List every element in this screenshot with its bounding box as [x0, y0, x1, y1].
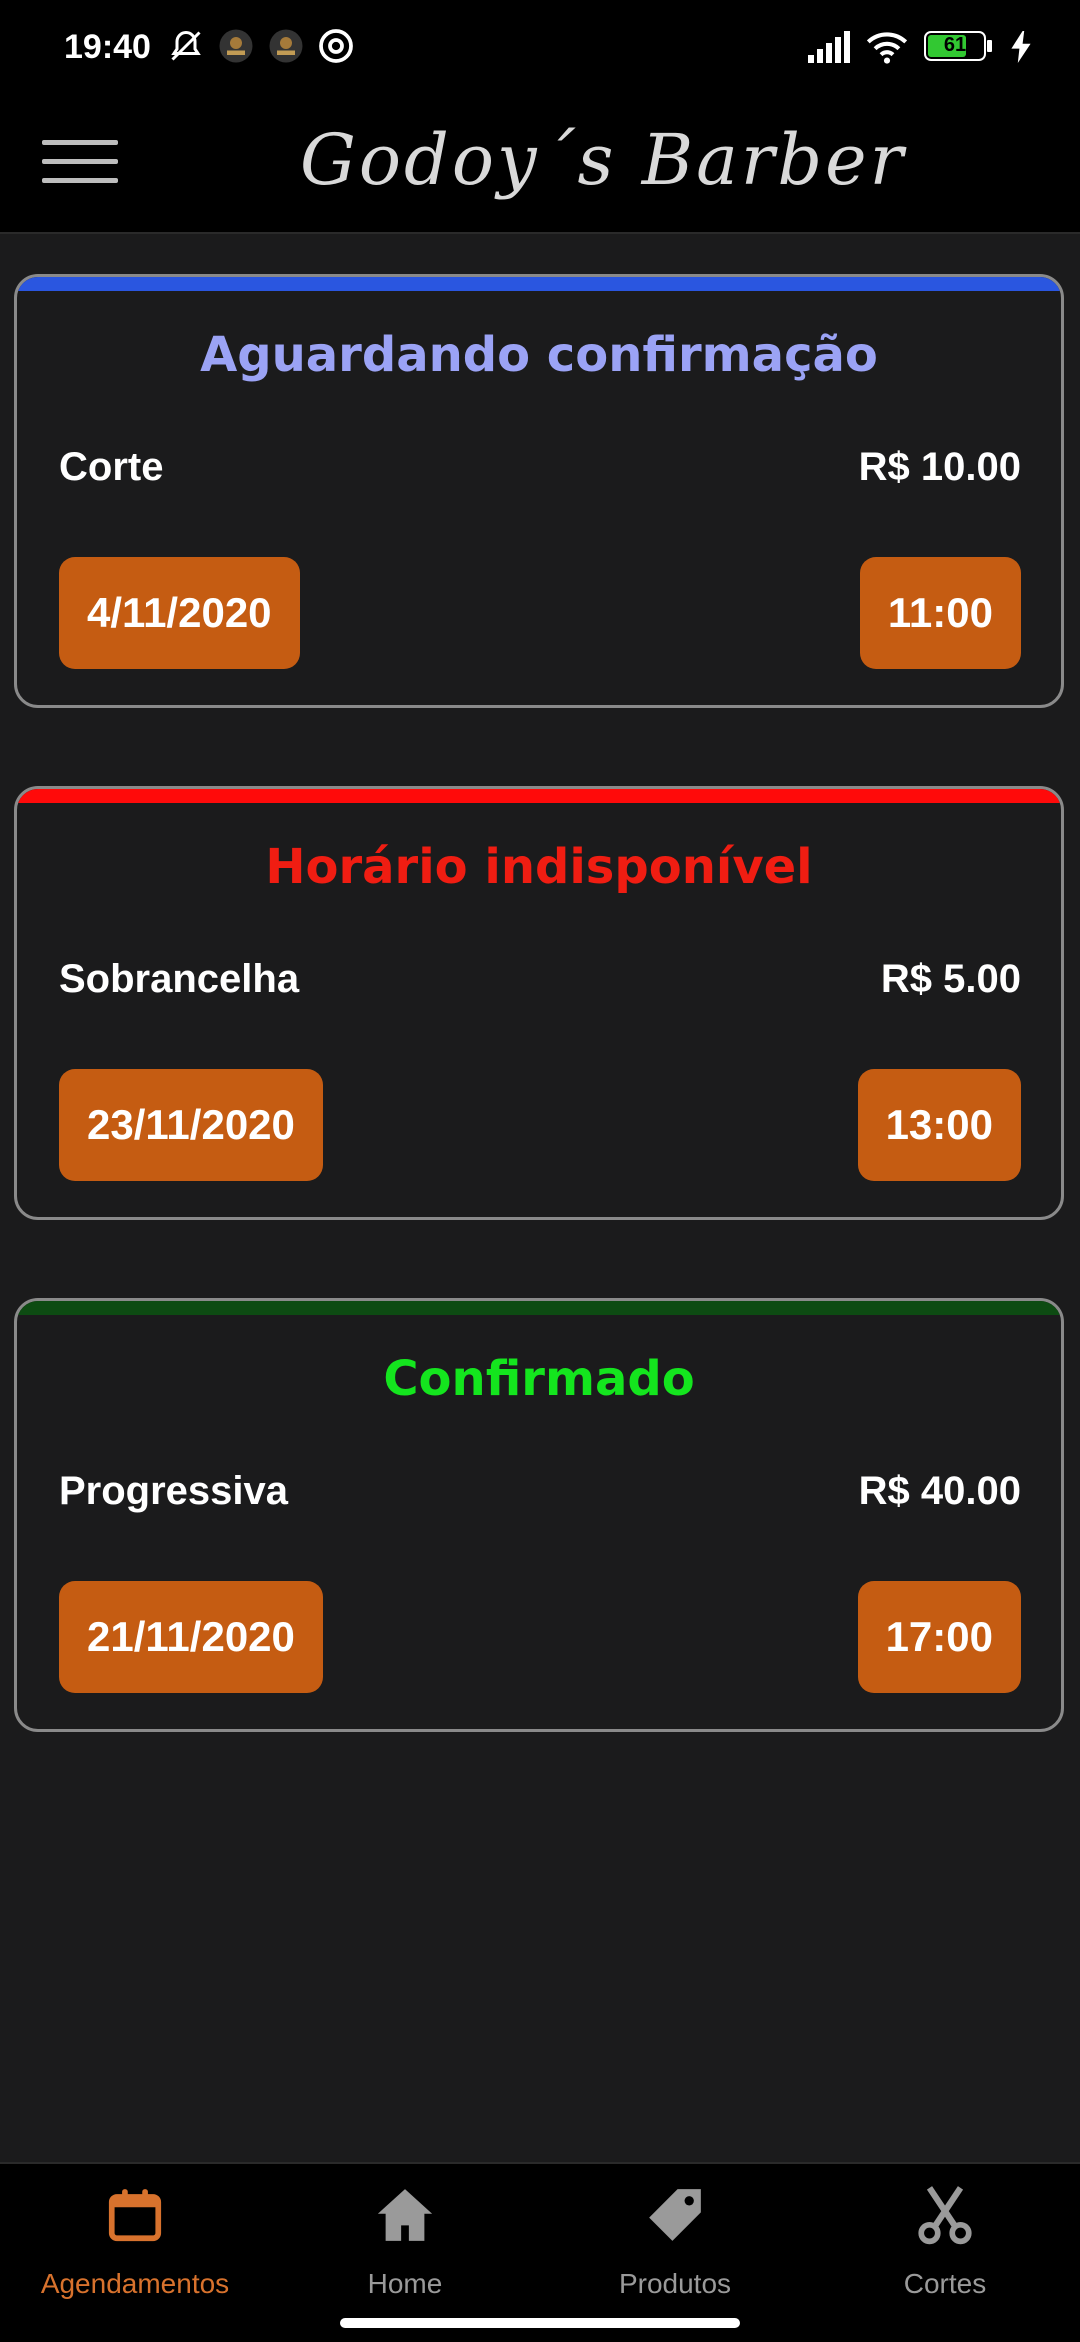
- status-time: 19:40: [64, 28, 151, 66]
- appointment-time-badge: 13:00: [857, 1069, 1021, 1181]
- battery-icon: 61: [924, 31, 994, 63]
- hamburger-menu-icon[interactable]: [42, 132, 118, 192]
- home-indicator[interactable]: [340, 2318, 740, 2328]
- nav-label: Cortes: [903, 2268, 987, 2299]
- nav-item-agendamentos[interactable]: Agendamentos: [0, 2184, 270, 2314]
- nav-label: Produtos: [618, 2268, 732, 2299]
- appointment-date-badge: 21/11/2020: [59, 1581, 323, 1693]
- appointment-status: Confirmado: [383, 1351, 695, 1407]
- appointment-status: Horário indisponível: [265, 839, 813, 895]
- service-price: R$ 10.00: [858, 445, 1021, 489]
- brand-logo-text: Godoy´s Barber: [300, 119, 907, 201]
- service-name: Sobrancelha: [59, 957, 300, 1001]
- status-bar: 19:40 61: [0, 0, 1080, 96]
- bell-off-icon: [171, 30, 201, 61]
- app-notification-icon: [219, 29, 253, 63]
- status-notification-icons: [168, 28, 354, 64]
- service-price: R$ 5.00: [880, 957, 1021, 1001]
- signal-icon: [808, 31, 850, 63]
- status-system-icons: 61: [808, 30, 1032, 64]
- tag-icon: [649, 2189, 701, 2241]
- home-icon: [377, 2189, 433, 2241]
- nav-item-home[interactable]: Home: [270, 2184, 540, 2314]
- nav-label: Agendamentos: [40, 2268, 230, 2299]
- appointment-card[interactable]: Horário indisponível Sobrancelha R$ 5.00…: [14, 786, 1064, 1220]
- appointment-time-badge: 11:00: [859, 557, 1021, 669]
- app-bar: Godoy´s Barber: [0, 96, 1080, 234]
- app-notification-icon: [269, 29, 303, 63]
- card-status-accent: [17, 1301, 1061, 1315]
- at-sign-icon: [319, 29, 353, 63]
- card-status-accent: [17, 277, 1061, 291]
- appointment-date-badge: 4/11/2020: [59, 557, 300, 669]
- nav-label: Home: [367, 2268, 443, 2299]
- scissors-icon: [918, 2186, 972, 2245]
- battery-level: 61: [943, 34, 967, 56]
- service-name: Corte: [59, 445, 164, 489]
- card-status-accent: [17, 789, 1061, 803]
- bottom-navigation: Agendamentos Home Produtos Cortes: [0, 2162, 1080, 2342]
- appointment-card[interactable]: Aguardando confirmação Corte R$ 10.00 4/…: [14, 274, 1064, 708]
- service-name: Progressiva: [59, 1469, 289, 1513]
- service-price: R$ 40.00: [858, 1469, 1021, 1513]
- nav-item-produtos[interactable]: Produtos: [540, 2184, 810, 2314]
- appointment-date-badge: 23/11/2020: [59, 1069, 323, 1181]
- calendar-icon: [108, 2189, 162, 2242]
- appointment-time-badge: 17:00: [857, 1581, 1021, 1693]
- appointment-card[interactable]: Confirmado Progressiva R$ 40.00 21/11/20…: [14, 1298, 1064, 1732]
- charging-bolt-icon: [1011, 31, 1031, 63]
- wifi-icon: [866, 32, 908, 64]
- nav-item-cortes[interactable]: Cortes: [810, 2184, 1080, 2314]
- appointment-status: Aguardando confirmação: [200, 327, 878, 383]
